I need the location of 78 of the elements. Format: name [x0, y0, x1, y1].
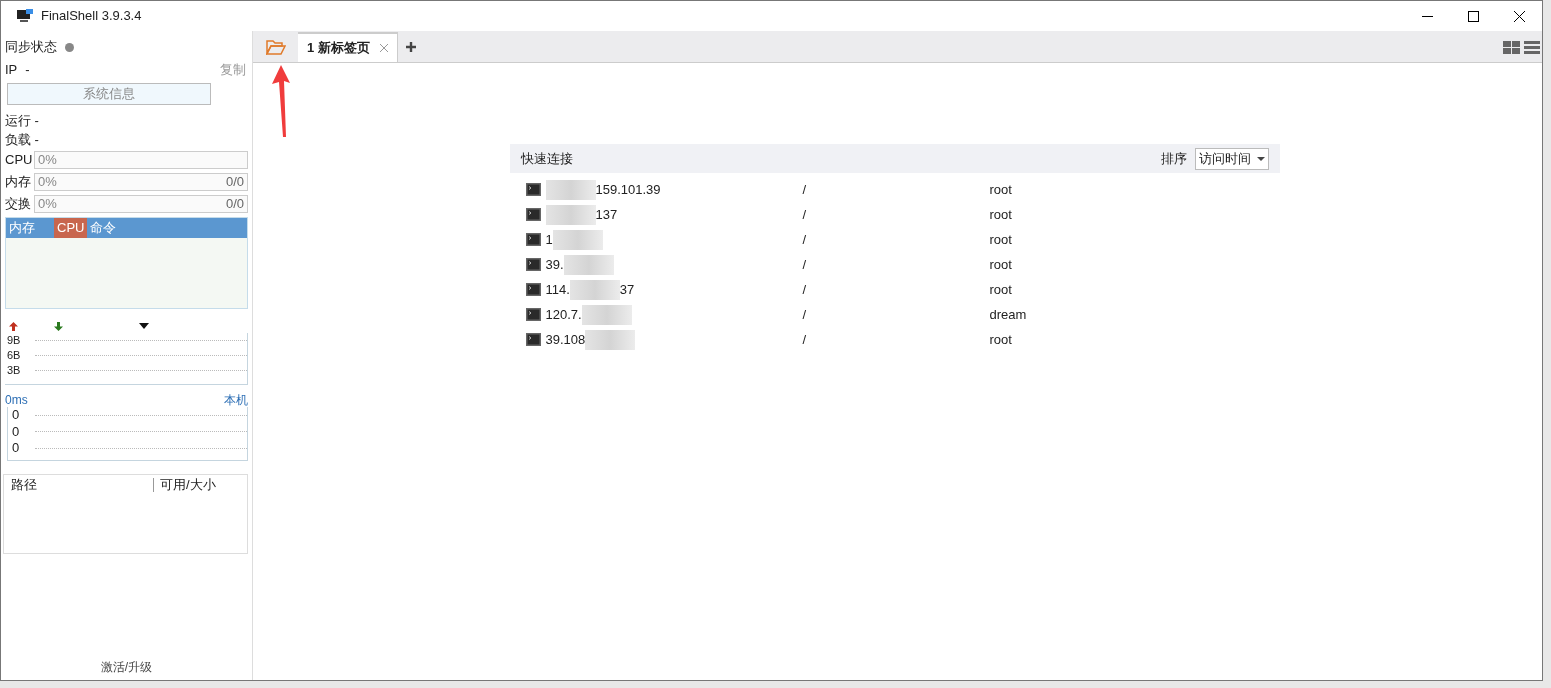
path-cell-text: /: [802, 180, 808, 199]
stat-text: 运行 -: [5, 111, 39, 130]
terminal-icon: [525, 333, 541, 346]
panel-title: 快速连接: [520, 149, 573, 168]
sync-status-label: 同步状态: [5, 38, 57, 57]
window-title: FinalShell 3.9.3.4: [41, 7, 142, 26]
sort-dropdown[interactable]: 访问时间: [1194, 147, 1269, 170]
host-address[interactable]: 39.: [545, 254, 564, 275]
upload-arrow-icon: [9, 321, 18, 331]
axis-label: 0: [12, 422, 21, 441]
terminal-icon: [525, 283, 541, 296]
close-icon[interactable]: [379, 44, 388, 52]
axis-label: 0: [12, 439, 21, 458]
annotation-arrow: [270, 65, 292, 137]
download-arrow-icon: [54, 321, 63, 331]
stat-text: 负载 -: [5, 130, 39, 149]
user-cell-text: root: [989, 230, 1012, 249]
plus-icon: [405, 42, 416, 52]
user-cell-text: root: [989, 205, 1012, 224]
user-cell-text: root: [989, 255, 1012, 274]
path-cell-text: /: [802, 205, 808, 224]
axis-label: 6B: [7, 348, 22, 364]
ip-label: IP: [5, 61, 18, 80]
ping-target[interactable]: 本机: [224, 391, 248, 409]
host-address[interactable]: 39.108: [545, 329, 586, 350]
meter-bar: 0% 0/0: [34, 173, 248, 191]
host-address[interactable]: 137: [595, 204, 618, 225]
system-info-button[interactable]: 系统信息: [7, 83, 211, 105]
redaction-mask: [569, 279, 620, 300]
host-address[interactable]: 120.7.: [545, 304, 582, 325]
host-address[interactable]: 37: [619, 279, 635, 300]
axis-label: 9B: [7, 333, 22, 349]
ip-value: -: [25, 61, 30, 80]
column-header[interactable]: 可用/大小: [154, 475, 216, 495]
user-cell-text: root: [989, 180, 1012, 199]
folder-icon: [265, 39, 286, 55]
terminal-icon: [525, 233, 541, 246]
grid-view-icon[interactable]: [1503, 40, 1520, 54]
column-header[interactable]: 路径: [4, 478, 154, 492]
latency-text: 0ms: [5, 392, 28, 409]
user-cell-text: dream: [989, 305, 1027, 324]
meter-bar: 0%: [34, 151, 248, 169]
path-cell-text: /: [802, 305, 808, 324]
dropdown-caret-icon[interactable]: [139, 323, 149, 329]
activate-link[interactable]: 激活/升级: [100, 660, 153, 674]
redaction-mask: [545, 179, 596, 200]
redaction-mask: [563, 254, 614, 275]
tab[interactable]: 1 新标签页: [298, 32, 398, 62]
redaction-mask: [585, 329, 636, 350]
maximize-icon: [1467, 10, 1479, 22]
terminal-icon: [525, 183, 541, 196]
sort-label: 排序: [1160, 149, 1187, 168]
path-cell-text: /: [802, 255, 808, 274]
host-address[interactable]: 1: [545, 229, 553, 250]
path-cell-text: /: [802, 330, 808, 349]
terminal-icon: [525, 258, 541, 271]
axis-label: 3B: [7, 363, 22, 379]
path-cell-text: /: [802, 230, 808, 249]
host-address[interactable]: 159.101.39: [595, 179, 661, 200]
caret-icon: [1256, 156, 1265, 161]
meter-label: 交换: [5, 195, 32, 214]
redaction-mask: [545, 204, 596, 225]
list-view-icon[interactable]: [1524, 40, 1540, 54]
axis-label: 0: [12, 406, 21, 425]
meter-label: CPU: [5, 151, 34, 170]
app-icon: [17, 9, 33, 23]
redaction-mask: [552, 229, 603, 250]
redaction-mask: [581, 304, 632, 325]
host-address[interactable]: 114.: [545, 279, 570, 300]
terminal-icon: [525, 308, 541, 321]
process-tab[interactable]: CPU: [54, 218, 88, 238]
user-cell-text: root: [989, 330, 1012, 349]
meter-label: 内存: [5, 173, 32, 192]
terminal-icon: [525, 208, 541, 221]
user-cell-text: root: [989, 280, 1012, 299]
meter-bar: 0% 0/0: [34, 195, 248, 213]
path-cell-text: /: [802, 280, 808, 299]
close-icon: [1513, 10, 1525, 22]
